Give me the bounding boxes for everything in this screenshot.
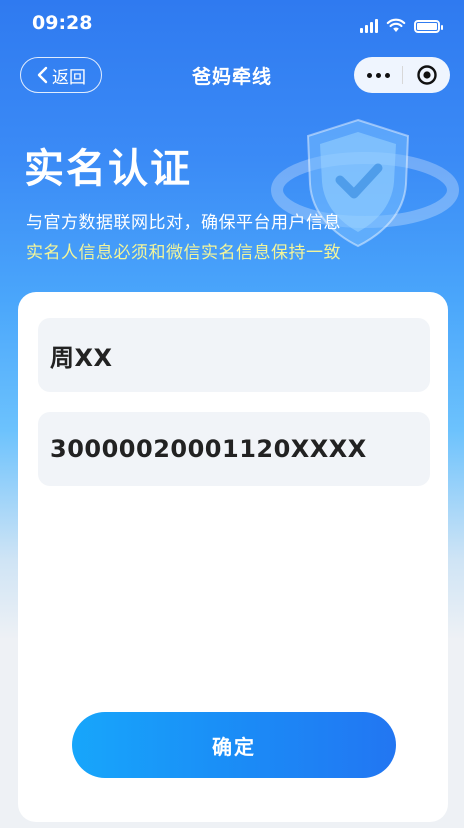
close-mini-program-button[interactable] <box>403 64 450 86</box>
status-time: 09:28 <box>32 12 93 34</box>
confirm-button[interactable]: 确定 <box>72 712 396 778</box>
more-dots-icon <box>366 72 372 78</box>
wifi-icon <box>386 18 406 32</box>
form-card: 周XX 30000020001120XXXX 确定 <box>18 292 448 822</box>
page-description: 与官方数据联网比对，确保平台用户信息 <box>26 213 341 233</box>
target-icon <box>416 65 437 85</box>
page-note: 实名人信息必须和微信实名信息保持一致 <box>26 243 341 263</box>
battery-icon <box>414 20 443 33</box>
status-icons <box>360 15 443 33</box>
id-number-field-value: 30000020001120XXXX <box>50 435 367 463</box>
page-title: 实名认证 <box>24 146 192 192</box>
signal-icon <box>360 19 378 33</box>
status-bar: 09:28 <box>0 0 464 44</box>
name-field-value: 周XX <box>50 343 113 372</box>
more-button[interactable] <box>354 72 402 78</box>
real-name-auth-screen: 09:28 返回 爸妈牵线 实名认证 与官方数据联网比对，确保平台用户信息 实名… <box>0 0 464 828</box>
name-field[interactable]: 周XX <box>38 318 430 392</box>
mini-program-capsule <box>354 57 450 93</box>
id-number-field[interactable]: 30000020001120XXXX <box>38 412 430 486</box>
